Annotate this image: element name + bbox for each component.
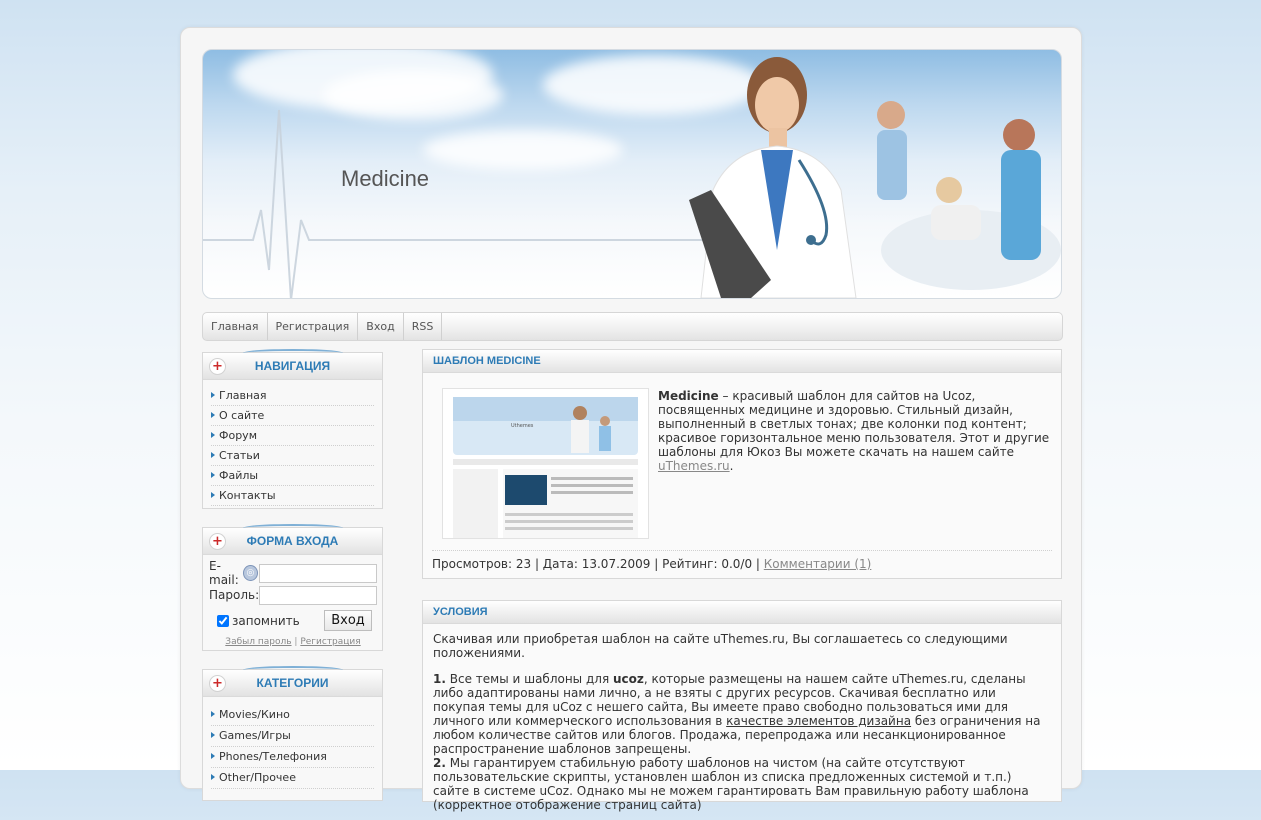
main-menu: Главная Регистрация Вход RSS xyxy=(202,312,1063,341)
nav-item-forum[interactable]: Форум xyxy=(211,426,374,446)
site-header: Medicine xyxy=(202,49,1062,299)
login-links: Забыл пароль | Регистрация xyxy=(209,637,377,647)
menu-item-login[interactable]: Вход xyxy=(358,313,404,340)
ucoz-bold: ucoz xyxy=(612,672,644,686)
category-item-other[interactable]: Other/Прочее xyxy=(211,768,374,789)
template-preview-image xyxy=(443,389,648,538)
paragraph-number: 1. xyxy=(433,672,446,686)
post-description: Medicine – красивый шаблон для сайтов на… xyxy=(658,389,1056,473)
block-title: НАВИГАЦИЯ xyxy=(254,359,331,373)
thumbnail-title: Uthemes xyxy=(511,423,534,429)
site-title: Medicine xyxy=(341,166,430,191)
block-header: + КАТЕГОРИИ xyxy=(203,666,382,697)
terms-intro: Скачивая или приобретая шаблон на сайте … xyxy=(433,632,1008,660)
email-label: E-mail: xyxy=(209,559,239,587)
link-separator: | xyxy=(294,637,298,647)
password-input[interactable] xyxy=(259,585,378,605)
openid-icon[interactable]: ◎ xyxy=(242,565,258,581)
category-item-movies[interactable]: Movies/Кино xyxy=(211,705,374,726)
doctor-photo xyxy=(689,57,1061,298)
post-title[interactable]: УСЛОВИЯ xyxy=(423,601,1061,624)
terms-paragraph-2: 2. Мы гарантируем стабильную работу шабл… xyxy=(433,756,1051,812)
post-terms: УСЛОВИЯ Скачивая или приобретая шаблон н… xyxy=(422,600,1062,812)
post-bold-name: Medicine xyxy=(658,389,719,403)
category-item-games[interactable]: Games/Игры xyxy=(211,726,374,747)
header-arc-decoration xyxy=(243,349,343,357)
post-title[interactable]: ШАБЛОН MEDICINE xyxy=(423,350,1061,373)
post-meta: Просмотров: 23 | Дата: 13.07.2009 | Рейт… xyxy=(432,550,1052,571)
post-body-end: . xyxy=(729,459,734,473)
login-block: + ФОРМА ВХОДА E-mail: ◎ Пароль: запомнит… xyxy=(202,524,383,653)
nav-list: Главная О сайте Форум Статьи Файлы Конта… xyxy=(203,380,382,514)
remember-label: запомнить xyxy=(232,613,300,628)
plus-icon[interactable]: + xyxy=(209,533,226,550)
categories-list: Movies/Кино Games/Игры Phones/Телефония … xyxy=(203,697,382,797)
post-medicine-template: ШАБЛОН MEDICINE Uthemes Medicine – краси… xyxy=(422,349,1062,579)
login-button[interactable]: Вход xyxy=(324,610,372,631)
email-input[interactable] xyxy=(259,563,377,583)
remember-row: запомнить Вход xyxy=(209,610,377,631)
forgot-password-link[interactable]: Забыл пароль xyxy=(225,637,291,647)
menu-item-rss[interactable]: RSS xyxy=(404,313,443,340)
email-row: E-mail: ◎ xyxy=(209,559,377,587)
template-thumbnail[interactable]: Uthemes xyxy=(442,388,649,539)
design-elements-link[interactable]: качестве элементов дизайна xyxy=(726,714,911,728)
paragraph-text: Все темы и шаблоны для xyxy=(445,672,613,686)
menu-item-home[interactable]: Главная xyxy=(203,313,268,340)
category-item-phones[interactable]: Phones/Телефония xyxy=(211,747,374,768)
page-container: Medicine Главная Регистрация Вход RSS + … xyxy=(180,27,1082,812)
plus-icon[interactable]: + xyxy=(209,358,226,375)
terms-text: Скачивая или приобретая шаблон на сайте … xyxy=(423,624,1061,820)
paragraph-text: Мы гарантируем стабильную работу шаблоно… xyxy=(433,756,1029,812)
block-header: + НАВИГАЦИЯ xyxy=(203,349,382,380)
menu-item-register[interactable]: Регистрация xyxy=(268,313,359,340)
register-link[interactable]: Регистрация xyxy=(300,637,360,647)
nav-item-files[interactable]: Файлы xyxy=(211,466,374,486)
login-form: E-mail: ◎ Пароль: запомнить Вход Забыл п… xyxy=(203,555,382,653)
block-title: ФОРМА ВХОДА xyxy=(246,534,339,548)
comments-link[interactable]: Комментарии (1) xyxy=(764,557,872,571)
uthemes-link[interactable]: uThemes.ru xyxy=(658,459,730,473)
categories-block: + КАТЕГОРИИ Movies/Кино Games/Игры Phone… xyxy=(202,666,383,801)
paragraph-number: 2. xyxy=(433,756,446,770)
navigation-block: + НАВИГАЦИЯ Главная О сайте Форум Статьи… xyxy=(202,349,383,509)
nav-item-articles[interactable]: Статьи xyxy=(211,446,374,466)
plus-icon[interactable]: + xyxy=(209,675,226,692)
nav-item-contacts[interactable]: Контакты xyxy=(211,486,374,506)
post-meta-text: Просмотров: 23 | Дата: 13.07.2009 | Рейт… xyxy=(432,557,764,571)
header-arc-decoration xyxy=(243,524,343,532)
header-arc-decoration xyxy=(243,666,343,674)
terms-paragraph-1: 1. Все темы и шаблоны для ucoz, которые … xyxy=(433,672,1051,756)
password-row: Пароль: xyxy=(209,584,378,606)
nav-item-home[interactable]: Главная xyxy=(211,386,374,406)
password-label: Пароль: xyxy=(209,588,260,602)
block-title: КАТЕГОРИИ xyxy=(256,676,329,690)
block-header: + ФОРМА ВХОДА xyxy=(203,524,382,555)
remember-checkbox[interactable] xyxy=(217,614,229,627)
ecg-line-icon xyxy=(203,109,703,298)
nav-item-about[interactable]: О сайте xyxy=(211,406,374,426)
